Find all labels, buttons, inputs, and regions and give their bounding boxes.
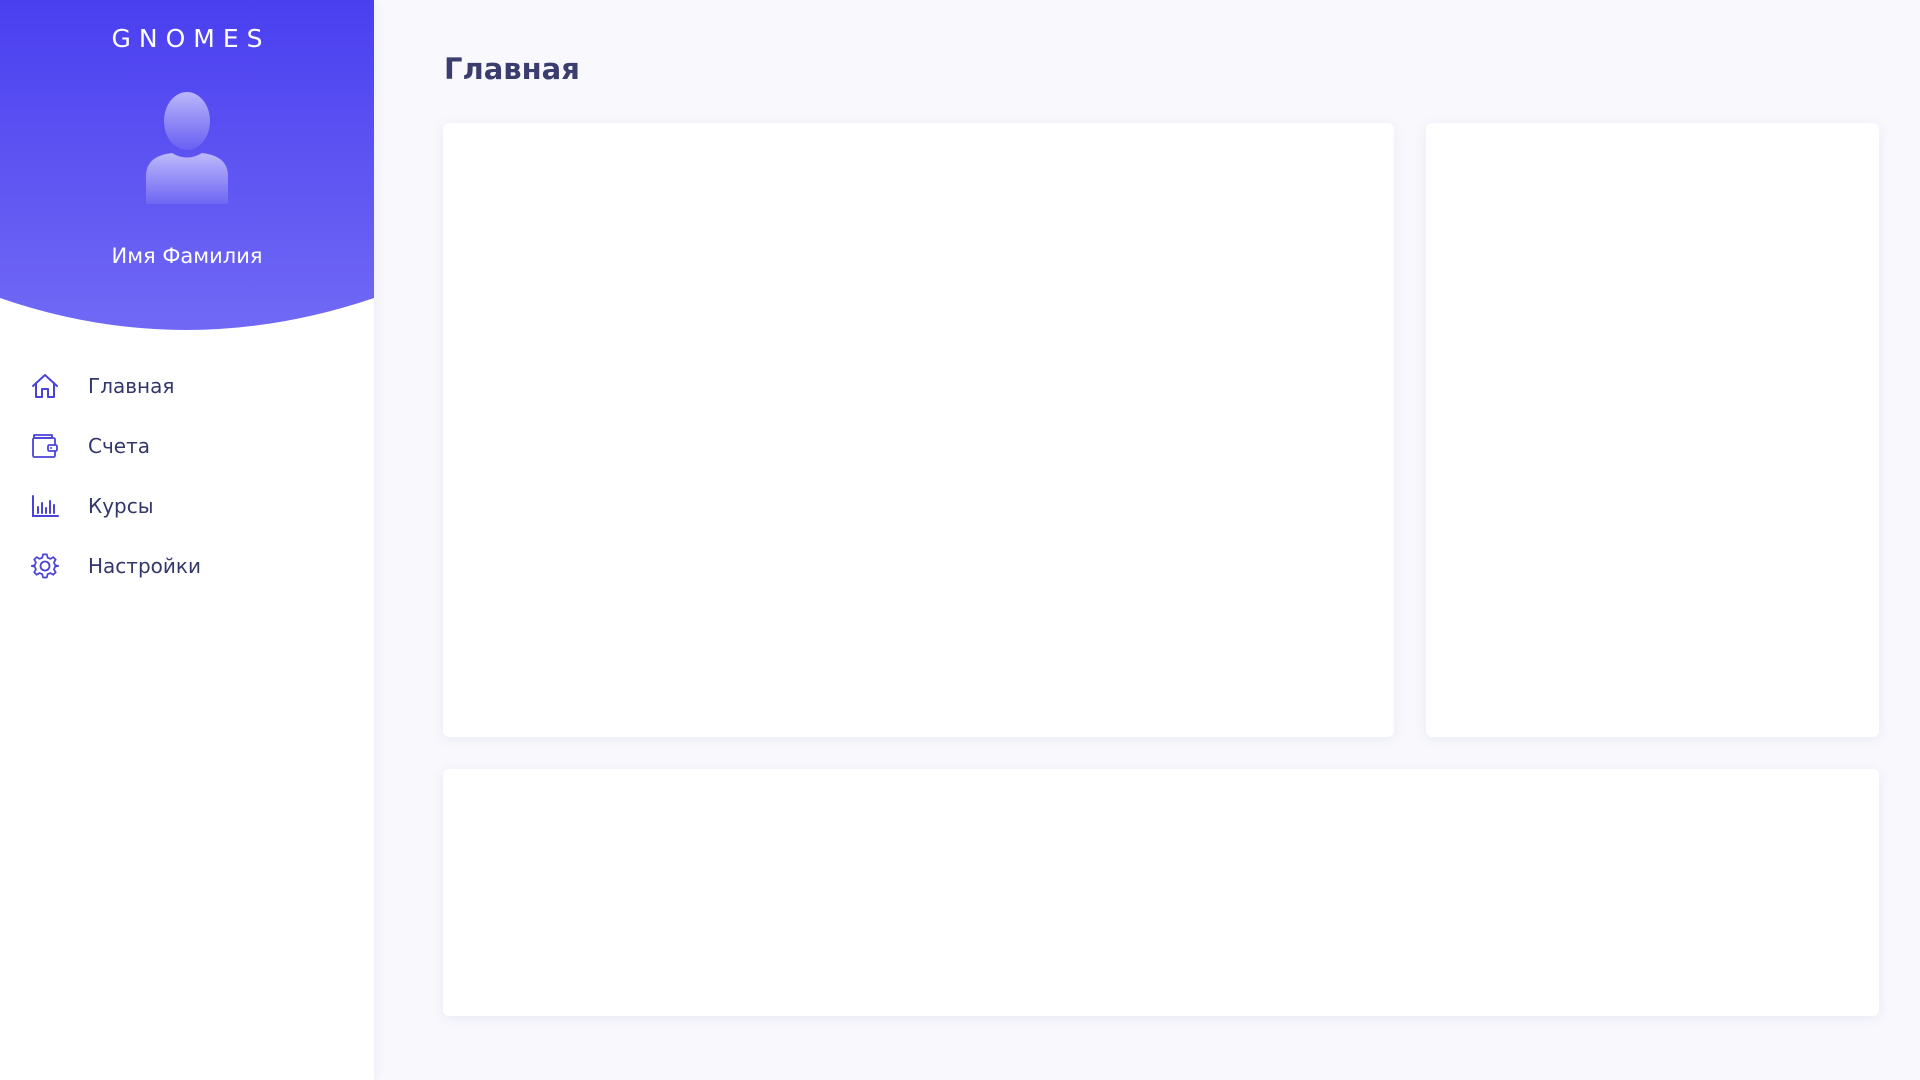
gear-icon [30,551,60,581]
app: GNOMES Имя Фамилия Главная Счета Курсы Н… [0,0,1920,1080]
sidebar-nav: Главная Счета Курсы Настройки [0,356,374,596]
user-name[interactable]: Имя Фамилия [0,244,374,268]
sidebar-item-label: Главная [88,374,175,398]
sidebar-profile-header: GNOMES Имя Фамилия [0,0,374,330]
sidebar-item-home[interactable]: Главная [0,356,374,416]
sidebar-item-label: Курсы [88,494,154,518]
side-card [1426,123,1879,737]
sidebar-item-accounts[interactable]: Счета [0,416,374,476]
brand-logo[interactable]: GNOMES [0,24,374,53]
home-icon [30,371,60,401]
sidebar-item-label: Счета [88,434,150,458]
sidebar-item-label: Настройки [88,554,201,578]
wallet-icon [30,431,60,461]
user-avatar[interactable] [138,88,236,204]
user-silhouette-icon [146,92,228,204]
page-title: Главная [444,52,580,86]
bottom-card [443,769,1879,1016]
sidebar-item-rates[interactable]: Курсы [0,476,374,536]
bar-chart-icon [30,491,60,521]
sidebar-item-settings[interactable]: Настройки [0,536,374,596]
main-card [443,123,1394,737]
sidebar: GNOMES Имя Фамилия Главная Счета Курсы Н… [0,0,374,1080]
